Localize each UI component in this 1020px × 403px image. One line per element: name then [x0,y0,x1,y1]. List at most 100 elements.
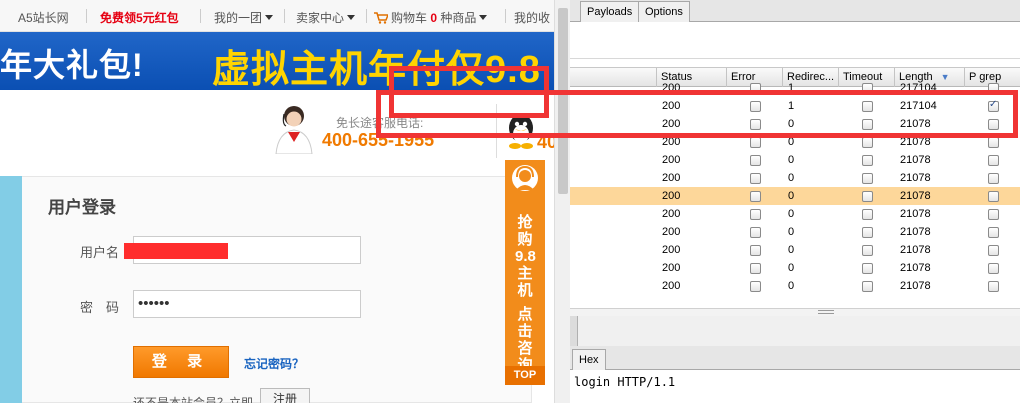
length-cell: 21078 [900,154,931,166]
request-viewer[interactable]: login HTTP/1.1 [570,370,1020,403]
favorites-link[interactable]: 我的收 [514,9,550,26]
filter-bar[interactable] [570,22,1020,68]
seller-center-label: 卖家中心 [296,11,345,25]
table-row[interactable]: 200 0 21078 [570,169,1020,187]
grep-checkbox[interactable] [988,281,999,292]
error-checkbox[interactable] [750,281,761,292]
register-button[interactable]: 注册 [260,388,310,403]
redirects-cell: 0 [788,154,795,166]
timeout-checkbox[interactable] [862,155,873,166]
forgot-password-link[interactable]: 忘记密码？ [244,355,304,372]
status-cell: 200 [662,280,681,292]
length-cell: 21078 [900,226,931,238]
error-checkbox[interactable] [750,245,761,256]
cart-suffix: 种商品 [440,11,477,25]
table-row[interactable]: 200 0 21078 [570,187,1020,205]
site-name-link[interactable]: A5站长网 [18,9,69,26]
error-checkbox[interactable] [750,155,761,166]
error-checkbox[interactable] [750,263,761,274]
tab-hex[interactable]: Hex [572,349,606,370]
timeout-checkbox[interactable] [862,173,873,184]
grep-checkbox[interactable] [988,209,999,220]
status-cell: 200 [662,226,681,238]
error-checkbox[interactable] [750,227,761,238]
cart-count: 0 [430,11,438,25]
back-to-top-button[interactable]: TOP [505,366,545,385]
annotation-box-wide [376,90,1018,138]
redirects-cell: 0 [788,244,795,256]
length-cell: 21078 [900,262,931,274]
table-row[interactable]: 200 0 21078 [570,259,1020,277]
redirects-cell: 0 [788,208,795,220]
redirects-cell: 0 [788,172,795,184]
nav-divider [86,9,87,23]
tab-payloads[interactable]: Payloads [580,1,640,22]
table-row[interactable]: 200 0 21078 [570,277,1020,295]
timeout-checkbox[interactable] [862,137,873,148]
page-scrollbar[interactable] [554,0,570,403]
status-cell: 200 [662,172,681,184]
timeout-checkbox[interactable] [862,227,873,238]
redaction-bar [124,243,228,259]
status-cell: 200 [662,190,681,202]
top-navigation: A5站长网 免费领5元红包 我的一团 卖家中心 购物车 0 种商品 我的收 [0,0,554,32]
login-button[interactable]: 登 录 [133,346,229,378]
promo-link[interactable]: 免费领5元红包 [100,9,179,26]
timeout-checkbox[interactable] [862,245,873,256]
timeout-checkbox[interactable] [862,263,873,274]
password-input[interactable]: •••••• [133,290,361,318]
timeout-checkbox[interactable] [862,209,873,220]
cart-icon [374,12,390,24]
my-group-menu[interactable]: 我的一团 [214,9,274,26]
error-checkbox[interactable] [750,191,761,202]
error-checkbox[interactable] [750,173,761,184]
nav-divider [200,9,201,23]
customer-service-agent-icon [275,106,313,154]
grep-checkbox[interactable] [988,245,999,256]
register-prompt: 还不是本站会员？立即 [133,396,254,403]
service-headset-icon [512,165,538,191]
seller-center-menu[interactable]: 卖家中心 [296,9,356,26]
floating-ad[interactable]: 抢购9.8主机 点击咨询 TOP [505,160,545,385]
cart-menu[interactable]: 购物车 0 种商品 [374,9,488,26]
float-ad-line1: 抢购9.8主机 [515,214,536,299]
redirects-cell: 0 [788,280,795,292]
grep-checkbox[interactable] [988,137,999,148]
error-checkbox[interactable] [750,137,761,148]
grep-checkbox[interactable] [988,263,999,274]
redirects-cell: 0 [788,226,795,238]
table-row[interactable]: 200 0 21078 [570,223,1020,241]
login-side-stripe [0,176,22,403]
intruder-tabbar: Payloads Options [570,0,1020,22]
length-cell: 21078 [900,190,931,202]
length-cell: 21078 [900,208,931,220]
table-row[interactable]: 200 0 21078 [570,151,1020,169]
status-cell: 200 [662,154,681,166]
timeout-checkbox[interactable] [862,191,873,202]
grep-checkbox[interactable] [988,191,999,202]
table-splitter[interactable] [570,308,1020,316]
length-cell: 21078 [900,172,931,184]
nav-divider [505,9,506,23]
tab-options[interactable]: Options [638,1,690,22]
float-ad-line2: 点击咨询 [517,306,533,374]
timeout-checkbox[interactable] [862,281,873,292]
splitter-grip-icon [818,310,834,314]
table-row[interactable]: 200 0 21078 [570,205,1020,223]
banner-left-text: 年大礼包! [0,47,144,83]
length-cell: 21078 [900,244,931,256]
browser-page: A5站长网 免费领5元红包 我的一团 卖家中心 购物车 0 种商品 我的收 年大… [0,0,570,403]
nav-divider [284,9,285,23]
my-group-label: 我的一团 [214,11,263,25]
caret-down-icon [479,15,488,20]
status-cell: 200 [662,244,681,256]
grep-checkbox[interactable] [988,155,999,166]
login-title: 用户登录 [48,198,116,217]
grep-checkbox[interactable] [988,173,999,184]
grep-checkbox[interactable] [988,227,999,238]
error-checkbox[interactable] [750,209,761,220]
request-tabbar: Hex [570,346,1020,370]
filter-divider [570,58,1020,59]
username-label: 用户名 [80,245,120,260]
table-row[interactable]: 200 0 21078 [570,241,1020,259]
